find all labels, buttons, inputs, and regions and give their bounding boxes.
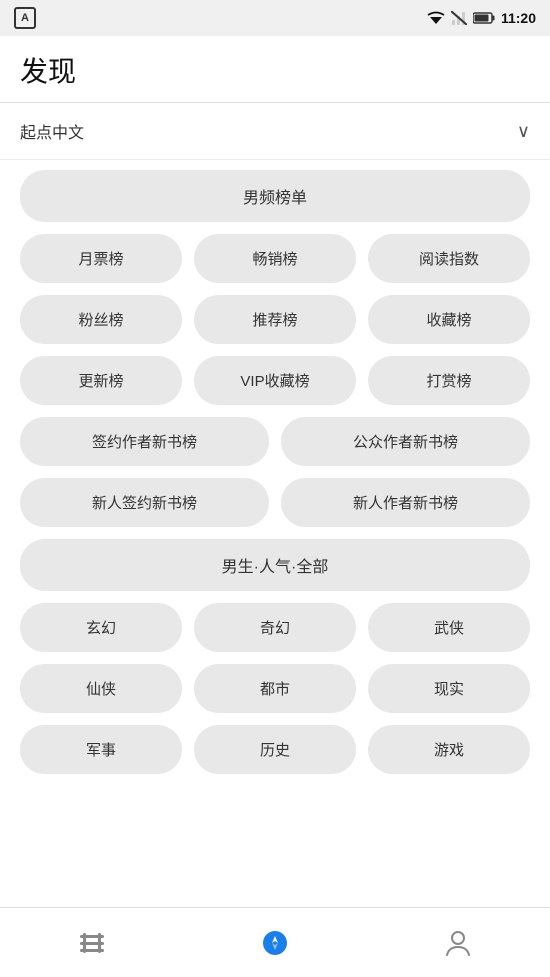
- dropdown-label: 起点中文: [20, 119, 84, 143]
- tag-row-1: 月票榜 畅销榜 阅读指数: [20, 234, 530, 283]
- tag-reality[interactable]: 现实: [368, 664, 530, 713]
- status-right: 11:20: [427, 10, 536, 26]
- bookshelf-icon: [78, 931, 106, 955]
- tag-row-7: 仙侠 都市 现实: [20, 664, 530, 713]
- tag-newbie-signed-new[interactable]: 新人签约新书榜: [20, 478, 269, 527]
- nav-item-discover[interactable]: [183, 908, 366, 977]
- chevron-down-icon: ∨: [517, 121, 530, 142]
- page-header: 发现: [0, 36, 550, 103]
- tag-fans[interactable]: 粉丝榜: [20, 295, 182, 344]
- wifi-icon: [427, 11, 445, 25]
- tag-bestseller[interactable]: 畅销榜: [194, 234, 356, 283]
- tag-reading-index[interactable]: 阅读指数: [368, 234, 530, 283]
- tag-row-2: 粉丝榜 推荐榜 收藏榜: [20, 295, 530, 344]
- tag-row-3: 更新榜 VIP收藏榜 打赏榜: [20, 356, 530, 405]
- tag-xianxia[interactable]: 仙侠: [20, 664, 182, 713]
- battery-icon: [473, 12, 495, 24]
- male-popular-tag[interactable]: 男生·人气·全部: [20, 539, 530, 591]
- tag-newbie-author-new[interactable]: 新人作者新书榜: [281, 478, 530, 527]
- tag-signed-author-new[interactable]: 签约作者新书榜: [20, 417, 269, 466]
- profile-icon: [445, 929, 471, 957]
- status-bar: A 11:20: [0, 0, 550, 36]
- tag-dushi[interactable]: 都市: [194, 664, 356, 713]
- compass-icon: [261, 929, 289, 957]
- tag-update[interactable]: 更新榜: [20, 356, 182, 405]
- tags-section: 男频榜单 月票榜 畅销榜 阅读指数 粉丝榜 推荐榜 收藏榜 更新榜 VIP收藏榜…: [0, 160, 550, 796]
- main-content: 起点中文 ∨ 男频榜单 月票榜 畅销榜 阅读指数 粉丝榜 推荐榜 收藏榜 更新榜…: [0, 103, 550, 907]
- tag-wuxia[interactable]: 武侠: [368, 603, 530, 652]
- nav-item-profile[interactable]: [367, 908, 550, 977]
- source-dropdown[interactable]: 起点中文 ∨: [0, 103, 550, 160]
- tag-monthly-ticket[interactable]: 月票榜: [20, 234, 182, 283]
- tag-qihuan[interactable]: 奇幻: [194, 603, 356, 652]
- tag-favorites[interactable]: 收藏榜: [368, 295, 530, 344]
- a-icon: A: [14, 7, 36, 29]
- tag-public-author-new[interactable]: 公众作者新书榜: [281, 417, 530, 466]
- tag-reward[interactable]: 打赏榜: [368, 356, 530, 405]
- tag-recommended[interactable]: 推荐榜: [194, 295, 356, 344]
- signal-icon: [451, 11, 467, 25]
- status-left: A: [14, 7, 36, 29]
- tag-row-4: 签约作者新书榜 公众作者新书榜: [20, 417, 530, 466]
- tag-vip-favorites[interactable]: VIP收藏榜: [194, 356, 356, 405]
- tag-row-5: 新人签约新书榜 新人作者新书榜: [20, 478, 530, 527]
- tag-row-8: 军事 历史 游戏: [20, 725, 530, 774]
- status-time: 11:20: [501, 10, 536, 26]
- nav-item-bookshelf[interactable]: [0, 908, 183, 977]
- tag-xuanhuan[interactable]: 玄幻: [20, 603, 182, 652]
- bottom-nav: [0, 907, 550, 977]
- tag-row-6: 玄幻 奇幻 武侠: [20, 603, 530, 652]
- tag-history[interactable]: 历史: [194, 725, 356, 774]
- male-chart-tag[interactable]: 男频榜单: [20, 170, 530, 222]
- tag-game[interactable]: 游戏: [368, 725, 530, 774]
- page-title: 发现: [20, 50, 530, 90]
- tag-military[interactable]: 军事: [20, 725, 182, 774]
